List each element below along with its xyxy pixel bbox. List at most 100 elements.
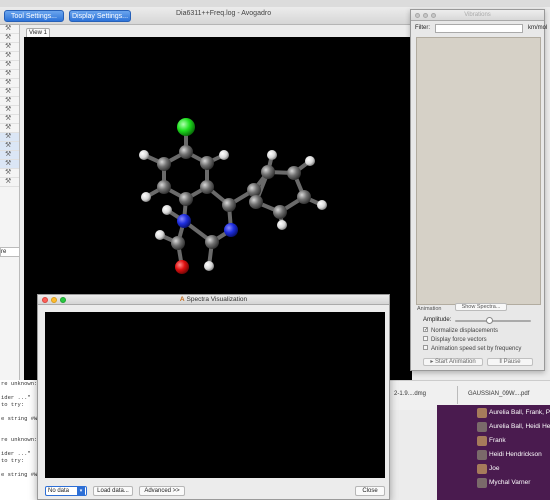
hydrogen-atom[interactable] <box>305 156 315 166</box>
spectra-plot-area[interactable] <box>45 312 385 478</box>
wrench-icon: ⚒ <box>5 61 12 68</box>
carbon-atom[interactable] <box>157 157 171 171</box>
start-animation-button[interactable]: ▸ Start Animation <box>423 358 483 366</box>
nitrogen-atom[interactable] <box>177 214 191 228</box>
nitrogen-atom[interactable] <box>224 223 238 237</box>
oxygen-atom[interactable] <box>175 260 189 274</box>
atoms <box>139 118 327 274</box>
wrench-icon: ⚒ <box>5 25 12 32</box>
avatar <box>477 408 487 418</box>
hydrogen-atom[interactable] <box>155 230 165 240</box>
checkbox-icon: ✓ <box>423 327 429 333</box>
tool-row[interactable]: ⚒ <box>0 133 19 142</box>
avatar <box>477 436 487 446</box>
amplitude-slider-track[interactable] <box>455 320 531 322</box>
tool-row[interactable]: ⚒ <box>0 178 19 187</box>
avatar <box>477 464 487 474</box>
tool-row[interactable]: ⚒ <box>0 115 19 124</box>
carbon-atom[interactable] <box>179 145 193 159</box>
spectra-type-select[interactable]: No data ▾ <box>45 486 87 496</box>
display-force-vectors-checkbox[interactable]: Display force vectors <box>423 336 487 343</box>
tool-row[interactable]: ⚒ <box>0 97 19 106</box>
hydrogen-atom[interactable] <box>141 192 151 202</box>
left-panel-truncated-button[interactable]: re <box>0 247 20 257</box>
chat-item[interactable]: Aurelia Ball, Heidi He <box>477 421 550 433</box>
tool-row[interactable]: ⚒ <box>0 169 19 178</box>
tool-row[interactable]: ⚒ <box>0 61 19 70</box>
filter-label: Filter: <box>415 25 430 31</box>
wrench-icon: ⚒ <box>5 52 12 59</box>
close-button[interactable]: Close <box>355 486 385 496</box>
carbon-atom[interactable] <box>222 198 236 212</box>
tool-settings-button[interactable]: Tool Settings... <box>4 10 64 22</box>
carbon-atom[interactable] <box>273 205 287 219</box>
hydrogen-atom[interactable] <box>267 150 277 160</box>
chat-item[interactable]: Aurelia Ball, Frank, Pa <box>477 407 550 419</box>
carbon-atom[interactable] <box>261 165 275 179</box>
carbon-atom[interactable] <box>297 190 311 204</box>
chlorine-atom[interactable] <box>177 118 195 136</box>
animation-label: Animation <box>417 306 442 312</box>
hydrogen-atom[interactable] <box>139 150 149 160</box>
tool-row[interactable]: ⚒ <box>0 88 19 97</box>
wrench-icon: ⚒ <box>5 43 12 50</box>
wrench-icon: ⚒ <box>5 88 12 95</box>
checkbox-icon <box>423 336 428 341</box>
carbon-atom[interactable] <box>287 166 301 180</box>
wrench-icon: ⚒ <box>5 106 12 113</box>
load-data-button[interactable]: Load data... <box>93 486 133 496</box>
tool-row[interactable]: ⚒ <box>0 70 19 79</box>
wrench-icon: ⚒ <box>5 79 12 86</box>
carbon-atom[interactable] <box>200 156 214 170</box>
wrench-icon: ⚒ <box>5 70 12 77</box>
carbon-atom[interactable] <box>179 192 193 206</box>
carbon-atom[interactable] <box>200 180 214 194</box>
unit-label: km/mol <box>528 25 548 31</box>
wrench-icon: ⚒ <box>5 169 12 176</box>
amplitude-slider-handle[interactable] <box>485 317 493 324</box>
download-item[interactable]: 2-1.9....dmg <box>394 391 426 397</box>
tool-row[interactable]: ⚒ <box>0 34 19 43</box>
download-item[interactable]: GAUSSIAN_09W....pdf <box>468 391 529 397</box>
tool-row[interactable]: ⚒ <box>0 142 19 151</box>
tab-view-1[interactable]: View 1 <box>26 28 50 37</box>
tool-row[interactable]: ⚒ <box>0 52 19 61</box>
chevron-down-icon: ▾ <box>77 487 85 495</box>
wrench-icon: ⚒ <box>5 34 12 41</box>
wrench-icon: ⚒ <box>5 97 12 104</box>
carbon-atom[interactable] <box>205 235 219 249</box>
hydrogen-atom[interactable] <box>204 261 214 271</box>
hydrogen-atom[interactable] <box>162 205 172 215</box>
avatar <box>477 450 487 460</box>
carbon-atom[interactable] <box>247 183 261 197</box>
hydrogen-atom[interactable] <box>317 200 327 210</box>
tool-row[interactable]: ⚒ <box>0 25 19 34</box>
tool-row[interactable]: ⚒ <box>0 124 19 133</box>
chat-item[interactable]: Mychal Varner <box>477 477 550 489</box>
checkbox-icon <box>423 345 428 350</box>
tool-row[interactable]: ⚒ <box>0 43 19 52</box>
chat-item[interactable]: Frank <box>477 435 550 447</box>
tool-row[interactable]: ⚒ <box>0 151 19 160</box>
animation-speed-checkbox[interactable]: Animation speed set by frequency <box>423 345 521 352</box>
avatar <box>477 422 487 432</box>
carbon-atom[interactable] <box>157 180 171 194</box>
chat-item[interactable]: Heidi Hendrickson <box>477 449 550 461</box>
tool-row[interactable]: ⚒ <box>0 106 19 115</box>
display-settings-button[interactable]: Display Settings... <box>69 10 131 22</box>
chat-sidebar: Aurelia Ball, Frank, Pa Aurelia Ball, He… <box>437 405 550 500</box>
vibrations-table[interactable] <box>416 37 541 305</box>
pause-button[interactable]: ‖ Pause <box>487 358 533 366</box>
chat-item[interactable]: Joe <box>477 463 550 475</box>
filter-input[interactable] <box>435 24 523 33</box>
show-spectra-button[interactable]: Show Spectra... <box>455 303 507 311</box>
advanced-button[interactable]: Advanced >> <box>139 486 185 496</box>
carbon-atom[interactable] <box>249 195 263 209</box>
tool-row[interactable]: ⚒ <box>0 79 19 88</box>
wrench-icon: ⚒ <box>5 178 12 185</box>
carbon-atom[interactable] <box>171 236 185 250</box>
tool-row[interactable]: ⚒ <box>0 160 19 169</box>
normalize-displacements-checkbox[interactable]: ✓ Normalize displacements <box>423 327 498 334</box>
hydrogen-atom[interactable] <box>277 220 287 230</box>
hydrogen-atom[interactable] <box>219 150 229 160</box>
